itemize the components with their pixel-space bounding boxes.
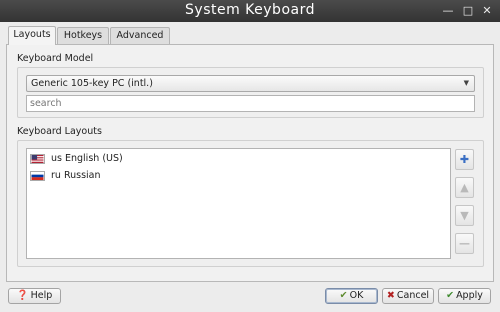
keyboard-layouts-label: Keyboard Layouts [17,126,102,137]
ok-button[interactable]: ✔ OK [325,288,378,304]
cancel-label: Cancel [396,290,430,301]
keyboard-model-label: Keyboard Model [17,53,94,64]
move-down-button[interactable]: ▼ [455,205,474,226]
move-up-button[interactable]: ▲ [455,177,474,198]
layouts-list[interactable]: us English (US) ru Russian [26,148,451,259]
remove-layout-button[interactable]: — [455,233,474,254]
arrow-up-icon: ▲ [460,181,469,194]
tab-layouts[interactable]: Layouts [8,26,56,45]
title-bar: System Keyboard — □ ✕ [0,0,500,22]
cancel-button[interactable]: ✖ Cancel [382,288,434,304]
apply-icon: ✔ [446,290,455,301]
plus-icon: ✚ [459,153,470,166]
layout-label: ru Russian [51,170,101,181]
add-layout-button[interactable]: ✚ [455,149,474,170]
cancel-icon: ✖ [386,290,395,301]
layout-label: us English (US) [51,153,123,164]
minus-icon: — [459,237,470,250]
arrow-down-icon: ▼ [460,209,469,222]
apply-label: Apply [456,290,483,301]
minimize-icon[interactable]: — [442,5,454,17]
window-title: System Keyboard [185,2,315,18]
help-icon: ❓ [16,290,29,301]
ok-icon: ✔ [339,290,348,301]
help-button[interactable]: ❓ Help [8,288,61,304]
flag-us-icon [30,154,45,164]
ok-label: OK [349,290,364,301]
dropdown-arrow-icon: ▼ [463,79,469,87]
tab-hotkeys[interactable]: Hotkeys [57,27,109,45]
list-item[interactable]: ru Russian [29,168,448,184]
keyboard-model-select[interactable]: Generic 105-key PC (intl.) ▼ [26,75,475,92]
help-label: Help [30,290,53,301]
search-input[interactable] [26,95,475,112]
apply-button[interactable]: ✔ Apply [438,288,491,304]
flag-ru-icon [30,171,45,181]
keyboard-model-value: Generic 105-key PC (intl.) [31,78,153,89]
maximize-icon[interactable]: □ [462,5,474,17]
close-icon[interactable]: ✕ [481,5,493,17]
list-item[interactable]: us English (US) [29,151,448,167]
tab-advanced[interactable]: Advanced [110,27,170,45]
